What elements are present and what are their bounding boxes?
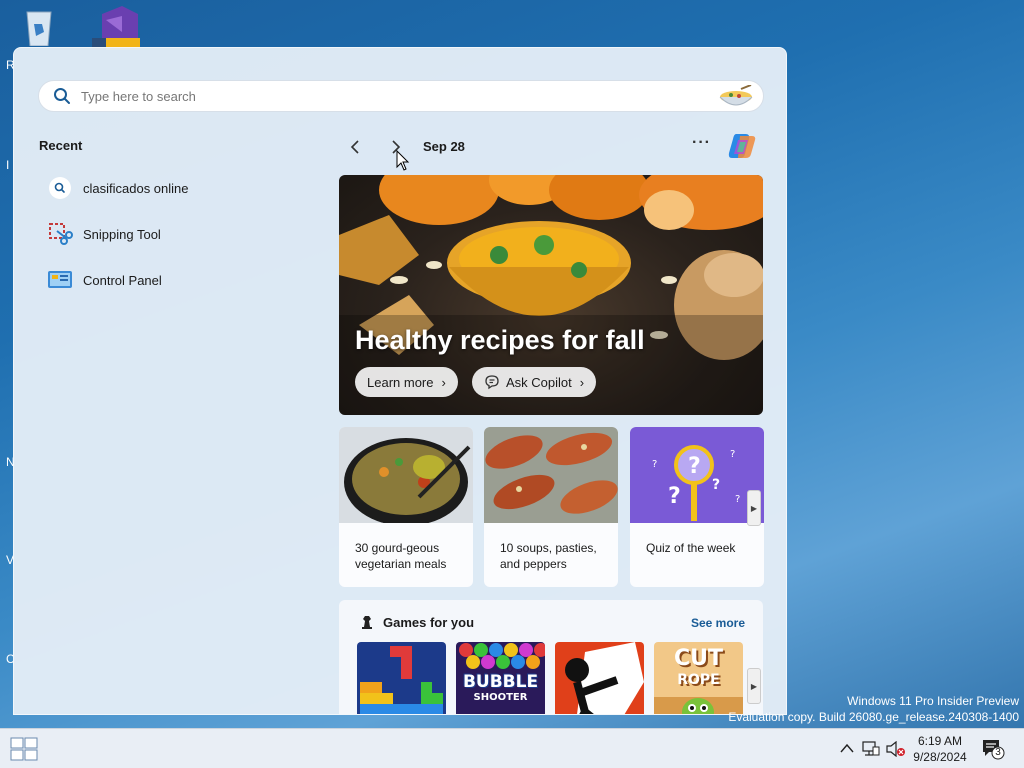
desktop-label-fragment: I xyxy=(6,158,10,172)
network-icon[interactable] xyxy=(862,741,880,757)
control-panel-icon xyxy=(48,271,72,288)
card-title: 30 gourd-geous vegetarian meals xyxy=(355,541,447,571)
watermark-line-2: Evaluation copy. Build 26080.ge_release.… xyxy=(728,710,1019,724)
recycle-bin-icon[interactable] xyxy=(22,6,56,47)
copilot-icon[interactable] xyxy=(726,130,758,162)
svg-text:?: ? xyxy=(712,477,720,493)
svg-text:?: ? xyxy=(688,454,701,479)
soup-bowl-icon[interactable] xyxy=(717,85,755,109)
svg-text:?: ? xyxy=(652,459,657,470)
game-tile-block-puzzle[interactable] xyxy=(357,642,446,714)
stickman-thumbnail xyxy=(555,642,644,714)
games-scroll-right-button[interactable]: ▶ xyxy=(747,668,761,704)
cut-the-rope-logo-sub: ROPE xyxy=(677,672,720,688)
cut-the-rope-logo: CUT xyxy=(673,646,724,671)
search-icon xyxy=(49,177,71,199)
recent-item-snipping-tool[interactable]: Snipping Tool xyxy=(47,216,297,252)
recent-item-clasificados[interactable]: clasificados online xyxy=(47,170,297,206)
hero-title: Healthy recipes for fall xyxy=(355,325,645,355)
game-tile-bubble-shooter[interactable]: BUBBLE SHOOTER xyxy=(456,642,545,714)
chess-piece-icon xyxy=(362,616,372,629)
notification-center-button[interactable]: 3 xyxy=(981,738,1005,760)
chevron-right-icon: › xyxy=(579,374,585,390)
card-gourd-meals[interactable]: 30 gourd-geous vegetarian meals xyxy=(339,427,473,587)
search-panel: Recent clasificados online Snipping Tool xyxy=(13,47,787,715)
recent-item-label: clasificados online xyxy=(83,180,189,196)
clock-time: 6:19 AM xyxy=(917,734,963,748)
visual-studio-icon[interactable] xyxy=(92,6,140,50)
learn-more-label: Learn more xyxy=(367,374,434,390)
chevron-left-icon xyxy=(350,140,359,154)
recent-item-label: Snipping Tool xyxy=(83,226,161,242)
chat-bubble-icon xyxy=(485,375,499,390)
search-input[interactable] xyxy=(81,88,681,104)
search-box[interactable] xyxy=(38,80,764,112)
card-title: Quiz of the week xyxy=(646,541,736,555)
bubble-shooter-logo-sub: SHOOTER xyxy=(473,692,528,703)
scroll-right-button[interactable]: ▶ xyxy=(747,490,761,526)
card-image: ? ? ? ? ? ? xyxy=(630,427,764,523)
card-soups-pasties[interactable]: 10 soups, pasties, and peppers xyxy=(484,427,618,587)
card-quiz-of-the-week[interactable]: ? ? ? ? ? ? Quiz of the week xyxy=(630,427,764,587)
ask-copilot-button[interactable]: Ask Copilot › xyxy=(472,367,597,397)
recent-item-control-panel[interactable]: Control Panel xyxy=(47,262,297,298)
snipping-tool-icon xyxy=(49,223,73,245)
hero-card[interactable]: Healthy recipes for fall Learn more › As… xyxy=(339,175,763,415)
search-icon xyxy=(54,88,70,104)
taskbar-clock[interactable]: 6:19 AM 9/28/2024 xyxy=(900,733,980,765)
learn-more-button[interactable]: Learn more › xyxy=(355,367,458,397)
more-options-button[interactable]: ··· xyxy=(692,134,711,152)
games-title: Games for you xyxy=(383,615,475,630)
chevron-up-icon[interactable] xyxy=(840,743,854,753)
see-more-link[interactable]: See more xyxy=(691,616,745,630)
chevron-right-icon: › xyxy=(441,374,446,390)
block-puzzle-thumbnail xyxy=(357,642,446,714)
svg-text:?: ? xyxy=(730,449,735,460)
recent-item-label: Control Panel xyxy=(83,272,162,288)
previous-day-button[interactable] xyxy=(344,136,366,158)
ask-copilot-label: Ask Copilot xyxy=(506,374,572,390)
card-image xyxy=(339,427,473,526)
recent-heading: Recent xyxy=(39,138,83,153)
svg-text:?: ? xyxy=(668,484,681,509)
clock-date: 9/28/2024 xyxy=(913,750,967,764)
card-image xyxy=(484,427,618,523)
game-tile-cut-the-rope[interactable]: CUT ROPE xyxy=(654,642,743,714)
start-button[interactable] xyxy=(10,737,38,761)
mouse-cursor-icon xyxy=(396,150,410,171)
card-title: 10 soups, pasties, and peppers xyxy=(500,541,597,571)
feed-date: Sep 28 xyxy=(423,139,465,154)
taskbar: 6:19 AM 9/28/2024 3 xyxy=(0,728,1024,768)
bubble-shooter-logo: BUBBLE xyxy=(462,672,539,692)
game-tile-stickman[interactable] xyxy=(555,642,644,714)
svg-text:?: ? xyxy=(735,494,740,505)
watermark-line-1: Windows 11 Pro Insider Preview xyxy=(847,694,1019,708)
notification-count: 3 xyxy=(995,747,1001,758)
games-section: Games for you See more BUBBLE SHOOTER CU… xyxy=(339,600,763,714)
